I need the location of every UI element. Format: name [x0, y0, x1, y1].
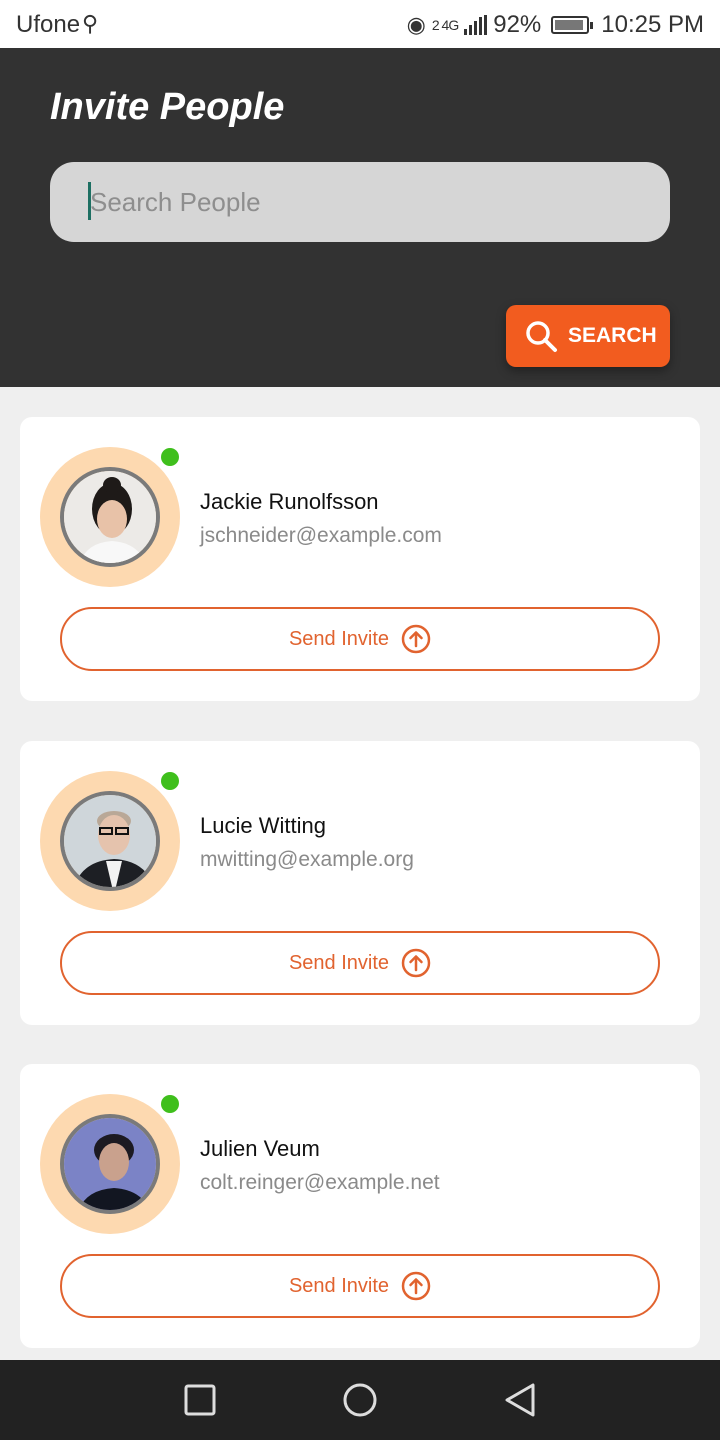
status-right: ◉ 2 4G 92% 10:25 PM — [407, 11, 704, 39]
battery-percent: 92% — [493, 11, 542, 38]
system-nav-bar — [0, 1360, 720, 1440]
person-email: colt.reinger@example.net — [200, 1171, 440, 1194]
header: Invite People SEARCH — [0, 48, 720, 387]
person-name: Julien Veum — [200, 1136, 320, 1161]
person-card: Lucie Witting mwitting@example.org Send … — [20, 741, 700, 1025]
person-email: mwitting@example.org — [200, 848, 414, 871]
battery-icon — [551, 16, 594, 34]
arrow-up-circle-icon — [401, 1271, 431, 1301]
status-bar: Ufone ⚲ ◉ 2 4G 92% 10:25 PM — [0, 0, 720, 48]
online-indicator — [161, 448, 179, 466]
avatar — [60, 1114, 160, 1214]
avatar-ring — [40, 447, 180, 587]
home-button[interactable] — [340, 1380, 380, 1420]
send-invite-button[interactable]: Send Invite — [60, 607, 660, 671]
carrier-label: Ufone — [16, 11, 81, 38]
person-card: Jackie Runolfsson jschneider@example.com… — [20, 417, 700, 701]
network-type: 2 4G — [431, 17, 459, 33]
send-invite-label: Send Invite — [288, 951, 390, 974]
back-button[interactable] — [500, 1380, 540, 1420]
hotspot-icon: ◉ — [406, 12, 426, 37]
avatar — [60, 791, 160, 891]
person-card: Julien Veum colt.reinger@example.net Sen… — [20, 1064, 700, 1348]
search-input[interactable] — [90, 162, 650, 242]
online-indicator — [161, 772, 179, 790]
usb-icon: ⚲ — [82, 11, 99, 36]
arrow-up-circle-icon — [401, 624, 431, 654]
person-email: jschneider@example.com — [200, 524, 442, 547]
send-invite-button[interactable]: Send Invite — [60, 931, 660, 995]
triangle-back-icon — [505, 1383, 535, 1417]
search-field[interactable] — [50, 162, 670, 242]
avatar — [60, 467, 160, 567]
recent-apps-button[interactable] — [180, 1380, 220, 1420]
square-icon — [184, 1384, 216, 1416]
search-button-label: SEARCH — [568, 324, 657, 347]
search-icon — [526, 321, 557, 352]
avatar-ring — [40, 1094, 180, 1234]
circle-icon — [343, 1383, 377, 1417]
person-name: Lucie Witting — [200, 813, 326, 838]
arrow-up-circle-icon — [401, 948, 431, 978]
signal-icon — [464, 15, 488, 35]
send-invite-button[interactable]: Send Invite — [60, 1254, 660, 1318]
clock: 10:25 PM — [601, 11, 704, 38]
avatar-ring — [40, 771, 180, 911]
send-invite-label: Send Invite — [288, 1274, 390, 1297]
page-title: Invite People — [50, 86, 285, 128]
online-indicator — [161, 1095, 179, 1113]
search-button[interactable]: SEARCH — [506, 305, 670, 367]
person-name: Jackie Runolfsson — [200, 489, 379, 514]
send-invite-label: Send Invite — [288, 627, 390, 650]
